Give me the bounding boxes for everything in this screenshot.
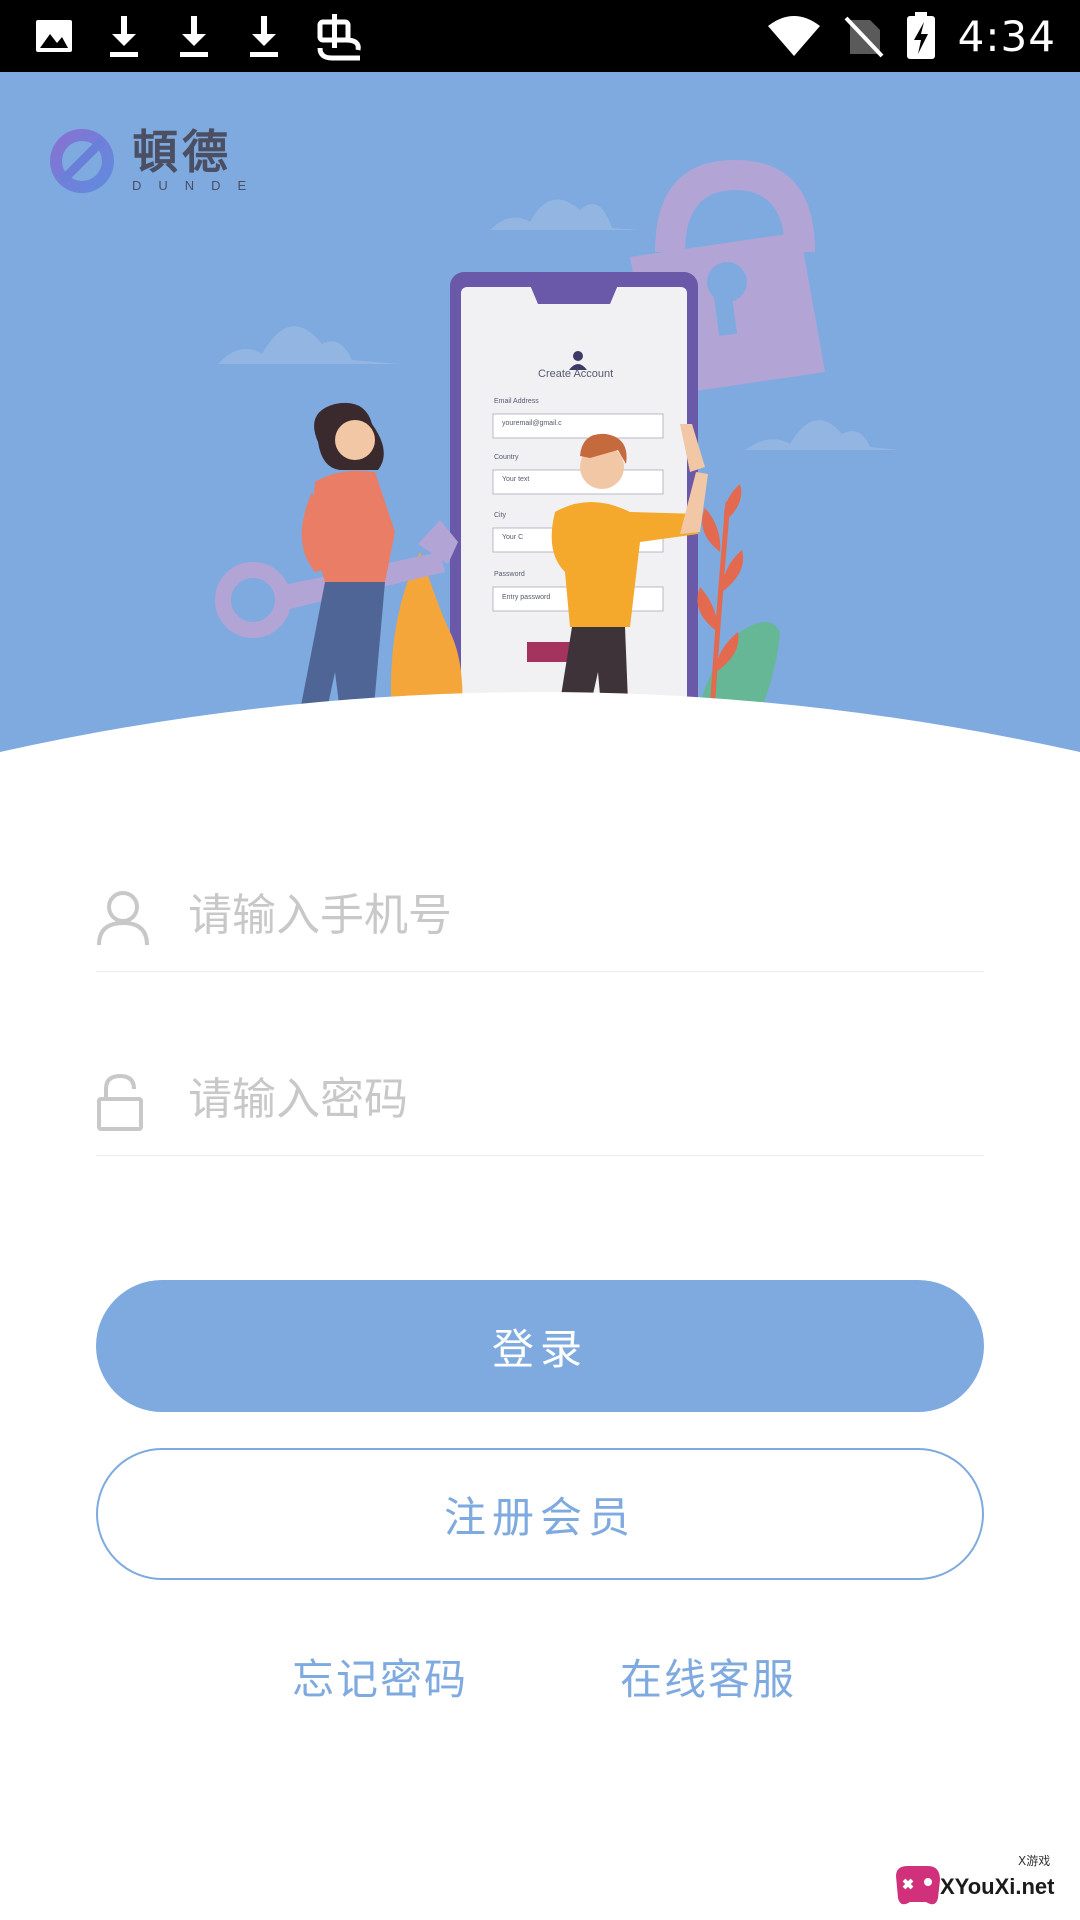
phone-mock-city-value: Your C [502,534,524,541]
image-icon [36,20,72,52]
phone-mock-password-label: Password [494,571,525,578]
phone-mock-city-label: City [494,512,507,519]
site-watermark: X游戏 XYouXi.net [890,1852,1068,1914]
hero-curve [0,692,1080,752]
bug-icon [317,14,361,61]
user-icon [97,891,149,946]
no-sim-icon [844,16,884,58]
phone-mock-country-label: Country [494,454,519,461]
phone-input[interactable] [188,885,968,945]
phone-mock-password-value: Entry password [502,594,551,601]
password-field [96,1046,984,1156]
system-icons: 4:34 [766,11,1056,61]
password-input[interactable] [188,1069,968,1129]
phone-mock-country-value: Your text [502,476,530,483]
download-icon [180,16,208,57]
clock: 4:34 [957,11,1056,61]
battery-charging-icon [906,12,935,59]
logo-mark-icon [50,129,114,193]
forgot-password-link[interactable]: 忘记密码 [292,1646,468,1707]
gamepad-icon [896,1866,940,1905]
watermark-text: XYouXi.net [940,1874,1055,1899]
online-service-link[interactable]: 在线客服 [620,1646,796,1707]
phone-field [96,862,984,972]
wifi-icon [767,16,820,56]
register-button[interactable]: 注册会员 [96,1448,984,1580]
phone-mock-email-value: youremail@gmail.c [502,420,562,427]
notification-icons [34,12,366,61]
brand-name-cn: 頓德 [132,125,232,179]
brand-name-en: DUNDE [132,178,264,193]
login-button[interactable]: 登录 [96,1280,984,1412]
brand-logo: 頓德 DUNDE [46,124,263,198]
phone-mock-email-label: Email Address [494,398,539,405]
watermark-small-text: X游戏 [1018,1854,1051,1868]
status-bar: 4:34 [0,0,1080,72]
phone-mock-title: Create Account [538,368,614,380]
lock-icon [97,1073,143,1131]
download-icon [110,16,138,57]
download-icon [250,16,278,57]
